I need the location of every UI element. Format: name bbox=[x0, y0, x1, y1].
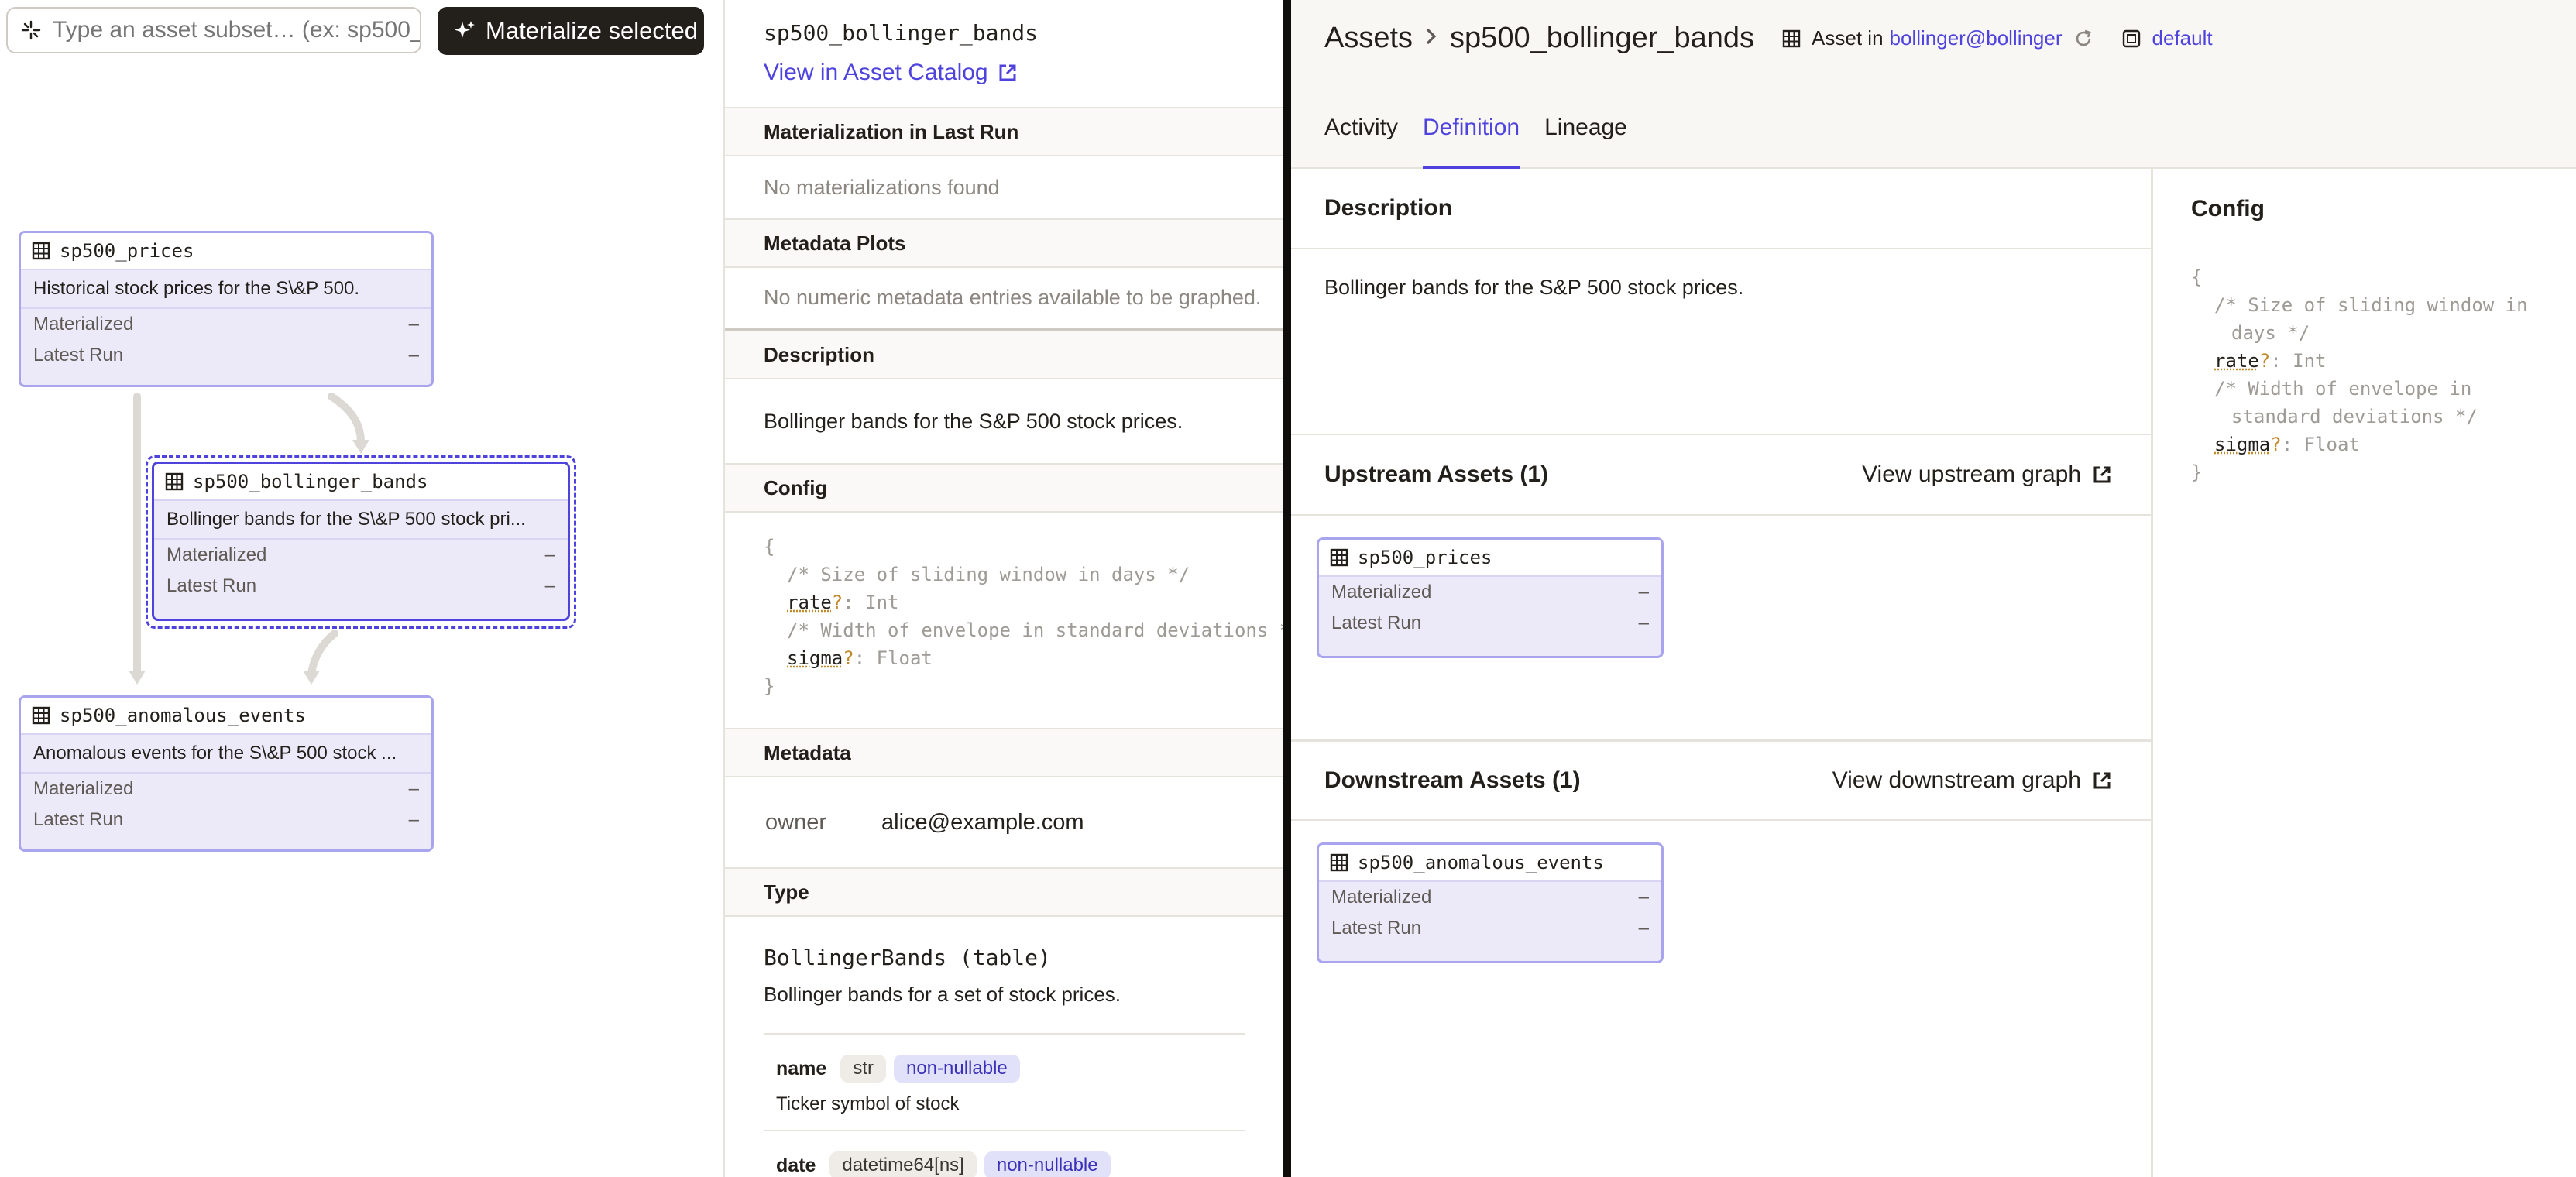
node-name: sp500_bollinger_bands bbox=[193, 471, 428, 492]
downstream-asset-node[interactable]: sp500_anomalous_events Materialized – Lat… bbox=[1317, 842, 1664, 963]
last-run-heading: Materialization in Last Run bbox=[725, 108, 1284, 156]
sidebar-asset-name: sp500_bollinger_bands bbox=[764, 20, 1039, 46]
asset-in-label: Asset in bbox=[1812, 26, 1884, 50]
metadata-value: alice@example.com bbox=[881, 809, 1084, 835]
view-downstream-graph-link[interactable]: View downstream graph bbox=[1832, 767, 2112, 794]
asset-details-panel: Assets sp500_bollinger_bands Asset in bo… bbox=[1291, 0, 2576, 1177]
tab-definition[interactable]: Definition bbox=[1423, 108, 1520, 169]
asset-details-header: Assets sp500_bollinger_bands Asset in bo… bbox=[1291, 0, 2576, 169]
reload-icon[interactable] bbox=[2073, 29, 2093, 49]
node-latest-run-row: Latest Run – bbox=[1331, 613, 1649, 633]
node-name: sp500_prices bbox=[60, 240, 194, 262]
panel-divider[interactable] bbox=[1283, 0, 1291, 1177]
definition-description-heading: Description bbox=[1291, 169, 2151, 249]
node-latest-run-row: Latest Run – bbox=[167, 575, 555, 596]
definition-description: Bollinger bands for the S&P 500 stock pr… bbox=[1291, 249, 2151, 435]
sidebar-header: sp500_bollinger_bands View in Asset Cata… bbox=[725, 0, 1284, 108]
edge-prices-to-bollinger bbox=[328, 393, 365, 447]
config-code: { /* Size of sliding window in days */ r… bbox=[2191, 266, 2528, 483]
node-materialized-row: Materialized – bbox=[167, 544, 555, 565]
column-type-tag: datetime64[ns] bbox=[829, 1151, 977, 1177]
breadcrumb-assets-link[interactable]: Assets bbox=[1324, 22, 1413, 55]
table-icon bbox=[1782, 29, 1801, 47]
metadata-row-owner: owner alice@example.com bbox=[725, 777, 1284, 869]
asset-group-link[interactable]: default bbox=[2152, 26, 2213, 50]
node-materialized-row: Materialized – bbox=[1331, 582, 1649, 602]
node-description: Bollinger bands for the S\&P 500 stock p… bbox=[154, 501, 568, 540]
asset-graph[interactable]: Materialize selected sp500_prices Histor… bbox=[0, 0, 723, 1177]
sidebar-description-heading: Description bbox=[725, 331, 1284, 379]
asset-location-link[interactable]: bollinger@bollinger bbox=[1890, 26, 2063, 50]
graph-node-sp500-bollinger-bands[interactable]: sp500_bollinger_bands Bollinger bands fo… bbox=[152, 462, 570, 621]
column-row-name: name str non-nullable Ticker symbol of s… bbox=[764, 1033, 1245, 1130]
node-latest-run-row: Latest Run – bbox=[33, 345, 419, 365]
edge-arrow-bollinger bbox=[352, 440, 369, 454]
breadcrumb-asset-name: sp500_bollinger_bands bbox=[1450, 22, 1755, 54]
external-link-icon bbox=[999, 64, 1016, 81]
metadata-plots-empty: No numeric metadata entries available to… bbox=[725, 268, 1284, 331]
column-row-date: date datetime64[ns] non-nullable bbox=[764, 1130, 1245, 1177]
edge-bollinger-to-anomalous bbox=[307, 630, 338, 678]
node-latest-run-row: Latest Run – bbox=[33, 809, 419, 830]
node-name: sp500_anomalous_events bbox=[1358, 852, 1604, 873]
column-name: name bbox=[776, 1057, 827, 1079]
node-materialized-row: Materialized – bbox=[1331, 887, 1649, 908]
node-name: sp500_prices bbox=[1358, 547, 1492, 568]
asset-location-chip: Asset in bollinger@bollinger bbox=[1782, 26, 2093, 50]
sidebar-config-code: { /* Size of sliding window in days */ r… bbox=[725, 513, 1284, 729]
asset-sidebar[interactable]: sp500_bollinger_bands View in Asset Cata… bbox=[723, 0, 1284, 1177]
sidebar-config-heading: Config bbox=[725, 465, 1284, 513]
node-name: sp500_anomalous_events bbox=[60, 705, 306, 726]
sidebar-description: Bollinger bands for the S&P 500 stock pr… bbox=[764, 409, 1183, 433]
type-description: Bollinger bands for a set of stock price… bbox=[764, 983, 1121, 1006]
view-in-asset-catalog-link[interactable]: View in Asset Catalog bbox=[764, 60, 1245, 86]
metadata-plots-heading: Metadata Plots bbox=[725, 220, 1284, 268]
type-name: BollingerBands (table) bbox=[764, 945, 1051, 970]
external-link-icon bbox=[2093, 466, 2111, 483]
edge-arrow-anomalous-2 bbox=[303, 671, 320, 685]
table-icon bbox=[165, 472, 184, 491]
column-name: date bbox=[776, 1154, 816, 1176]
sidebar-type-heading: Type bbox=[725, 869, 1284, 917]
chevron-right-icon bbox=[1424, 23, 1439, 53]
upstream-assets-heading: Upstream Assets (1) View upstream graph bbox=[1291, 435, 2151, 516]
node-materialized-row: Materialized – bbox=[33, 778, 419, 799]
graph-node-sp500-prices[interactable]: sp500_prices Historical stock prices for… bbox=[19, 231, 434, 387]
config-heading: Config bbox=[2191, 196, 2265, 221]
table-icon bbox=[32, 706, 50, 725]
external-link-icon bbox=[2093, 772, 2111, 789]
downstream-assets-heading: Downstream Assets (1) View downstream gr… bbox=[1291, 740, 2151, 821]
node-description: Historical stock prices for the S\&P 500… bbox=[21, 270, 431, 309]
edge-arrow-anomalous bbox=[129, 671, 146, 685]
table-icon bbox=[32, 242, 50, 260]
definition-main: Description Bollinger bands for the S&P … bbox=[1291, 169, 2153, 1177]
table-icon bbox=[1330, 548, 1348, 567]
asset-group-icon bbox=[2122, 29, 2140, 47]
column-nullable-tag: non-nullable bbox=[984, 1151, 1111, 1177]
asset-group-chip: default bbox=[2121, 26, 2213, 50]
upstream-asset-node[interactable]: sp500_prices Materialized – Latest Run – bbox=[1317, 537, 1664, 658]
node-description: Anomalous events for the S\&P 500 stock … bbox=[21, 735, 431, 774]
tab-activity[interactable]: Activity bbox=[1324, 108, 1398, 169]
column-description: Ticker symbol of stock bbox=[776, 1093, 960, 1114]
definition-config: Config { /* Size of sliding window in da… bbox=[2153, 169, 2576, 1177]
column-nullable-tag: non-nullable bbox=[893, 1055, 1020, 1083]
breadcrumb: Assets sp500_bollinger_bands Asset in bo… bbox=[1324, 22, 2213, 55]
table-icon bbox=[1330, 853, 1348, 872]
asset-tabs: Activity Definition Lineage bbox=[1324, 108, 1652, 169]
last-run-empty: No materializations found bbox=[725, 156, 1284, 220]
node-latest-run-row: Latest Run – bbox=[1331, 918, 1649, 939]
graph-node-sp500-anomalous-events[interactable]: sp500_anomalous_events Anomalous events … bbox=[19, 695, 434, 852]
column-type-tag: str bbox=[840, 1055, 886, 1083]
node-materialized-row: Materialized – bbox=[33, 314, 419, 335]
view-upstream-graph-link[interactable]: View upstream graph bbox=[1862, 462, 2112, 488]
tab-lineage[interactable]: Lineage bbox=[1544, 108, 1627, 169]
sidebar-metadata-heading: Metadata bbox=[725, 729, 1284, 777]
metadata-key: owner bbox=[765, 809, 826, 835]
